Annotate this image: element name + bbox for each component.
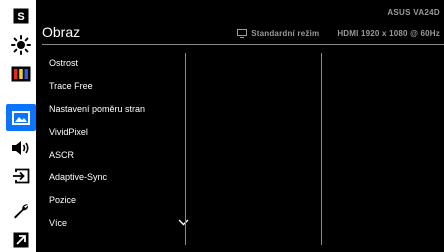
monitor-icon [237, 29, 248, 38]
signal-resolution-label: HDMI 1920 x 1080 @ 60Hz [337, 29, 440, 38]
color-bars-icon[interactable] [6, 60, 36, 88]
chevron-down-icon [177, 218, 189, 228]
column-divider-2 [321, 53, 322, 245]
menu-item-aspect-control[interactable]: Nastavení poměru stran [49, 98, 189, 121]
menu-item-label: Ostrost [49, 58, 79, 69]
image-menu-list: Ostrost Trace Free Nastavení poměru stra… [49, 52, 189, 234]
shortcut-arrow-icon[interactable] [6, 226, 36, 252]
menu-item-vice[interactable]: Více [49, 212, 189, 235]
osd-panel: Obraz ASUS VA24D Standardní režim HDMI 1… [36, 0, 444, 252]
menu-item-label: ASCR [49, 149, 75, 160]
svg-text:S: S [17, 11, 24, 23]
osd-header: Obraz ASUS VA24D Standardní režim HDMI 1… [36, 0, 444, 44]
menu-item-ostrost[interactable]: Ostrost [49, 52, 189, 75]
image-icon[interactable] [6, 104, 36, 131]
menu-item-label: Nastavení poměru stran [49, 103, 146, 114]
page-title: Obraz [42, 24, 81, 40]
column-divider-1 [185, 53, 186, 245]
monitor-model: ASUS VA24D [387, 8, 440, 17]
menu-item-label: Trace Free [49, 81, 93, 92]
menu-item-label: VividPixel [49, 126, 88, 137]
input-select-icon[interactable] [6, 162, 36, 190]
osd-menu: S Obraz ASUS VA24D Standardní režim HDMI… [0, 0, 444, 252]
status-bar: Standardní režim HDMI 1920 x 1080 @ 60Hz [237, 29, 440, 38]
menu-item-ascr[interactable]: ASCR [49, 143, 189, 166]
menu-item-adaptive-sync[interactable]: Adaptive-Sync [49, 166, 189, 189]
splendid-mode-icon[interactable]: S [6, 2, 36, 30]
menu-item-vividpixel[interactable]: VividPixel [49, 120, 189, 143]
icon-rail: S [0, 0, 36, 252]
menu-item-trace-free[interactable]: Trace Free [49, 75, 189, 98]
header-divider [42, 44, 444, 45]
menu-item-label: Pozice [49, 195, 77, 206]
menu-item-label: Adaptive-Sync [49, 172, 108, 183]
brightness-sun-icon[interactable] [6, 31, 36, 59]
speaker-volume-icon[interactable] [6, 134, 36, 162]
picture-mode-label: Standardní režim [251, 29, 320, 38]
menu-item-pozice[interactable]: Pozice [49, 189, 189, 212]
menu-item-label: Více [49, 217, 68, 228]
system-setup-wrench-icon[interactable] [6, 197, 36, 225]
